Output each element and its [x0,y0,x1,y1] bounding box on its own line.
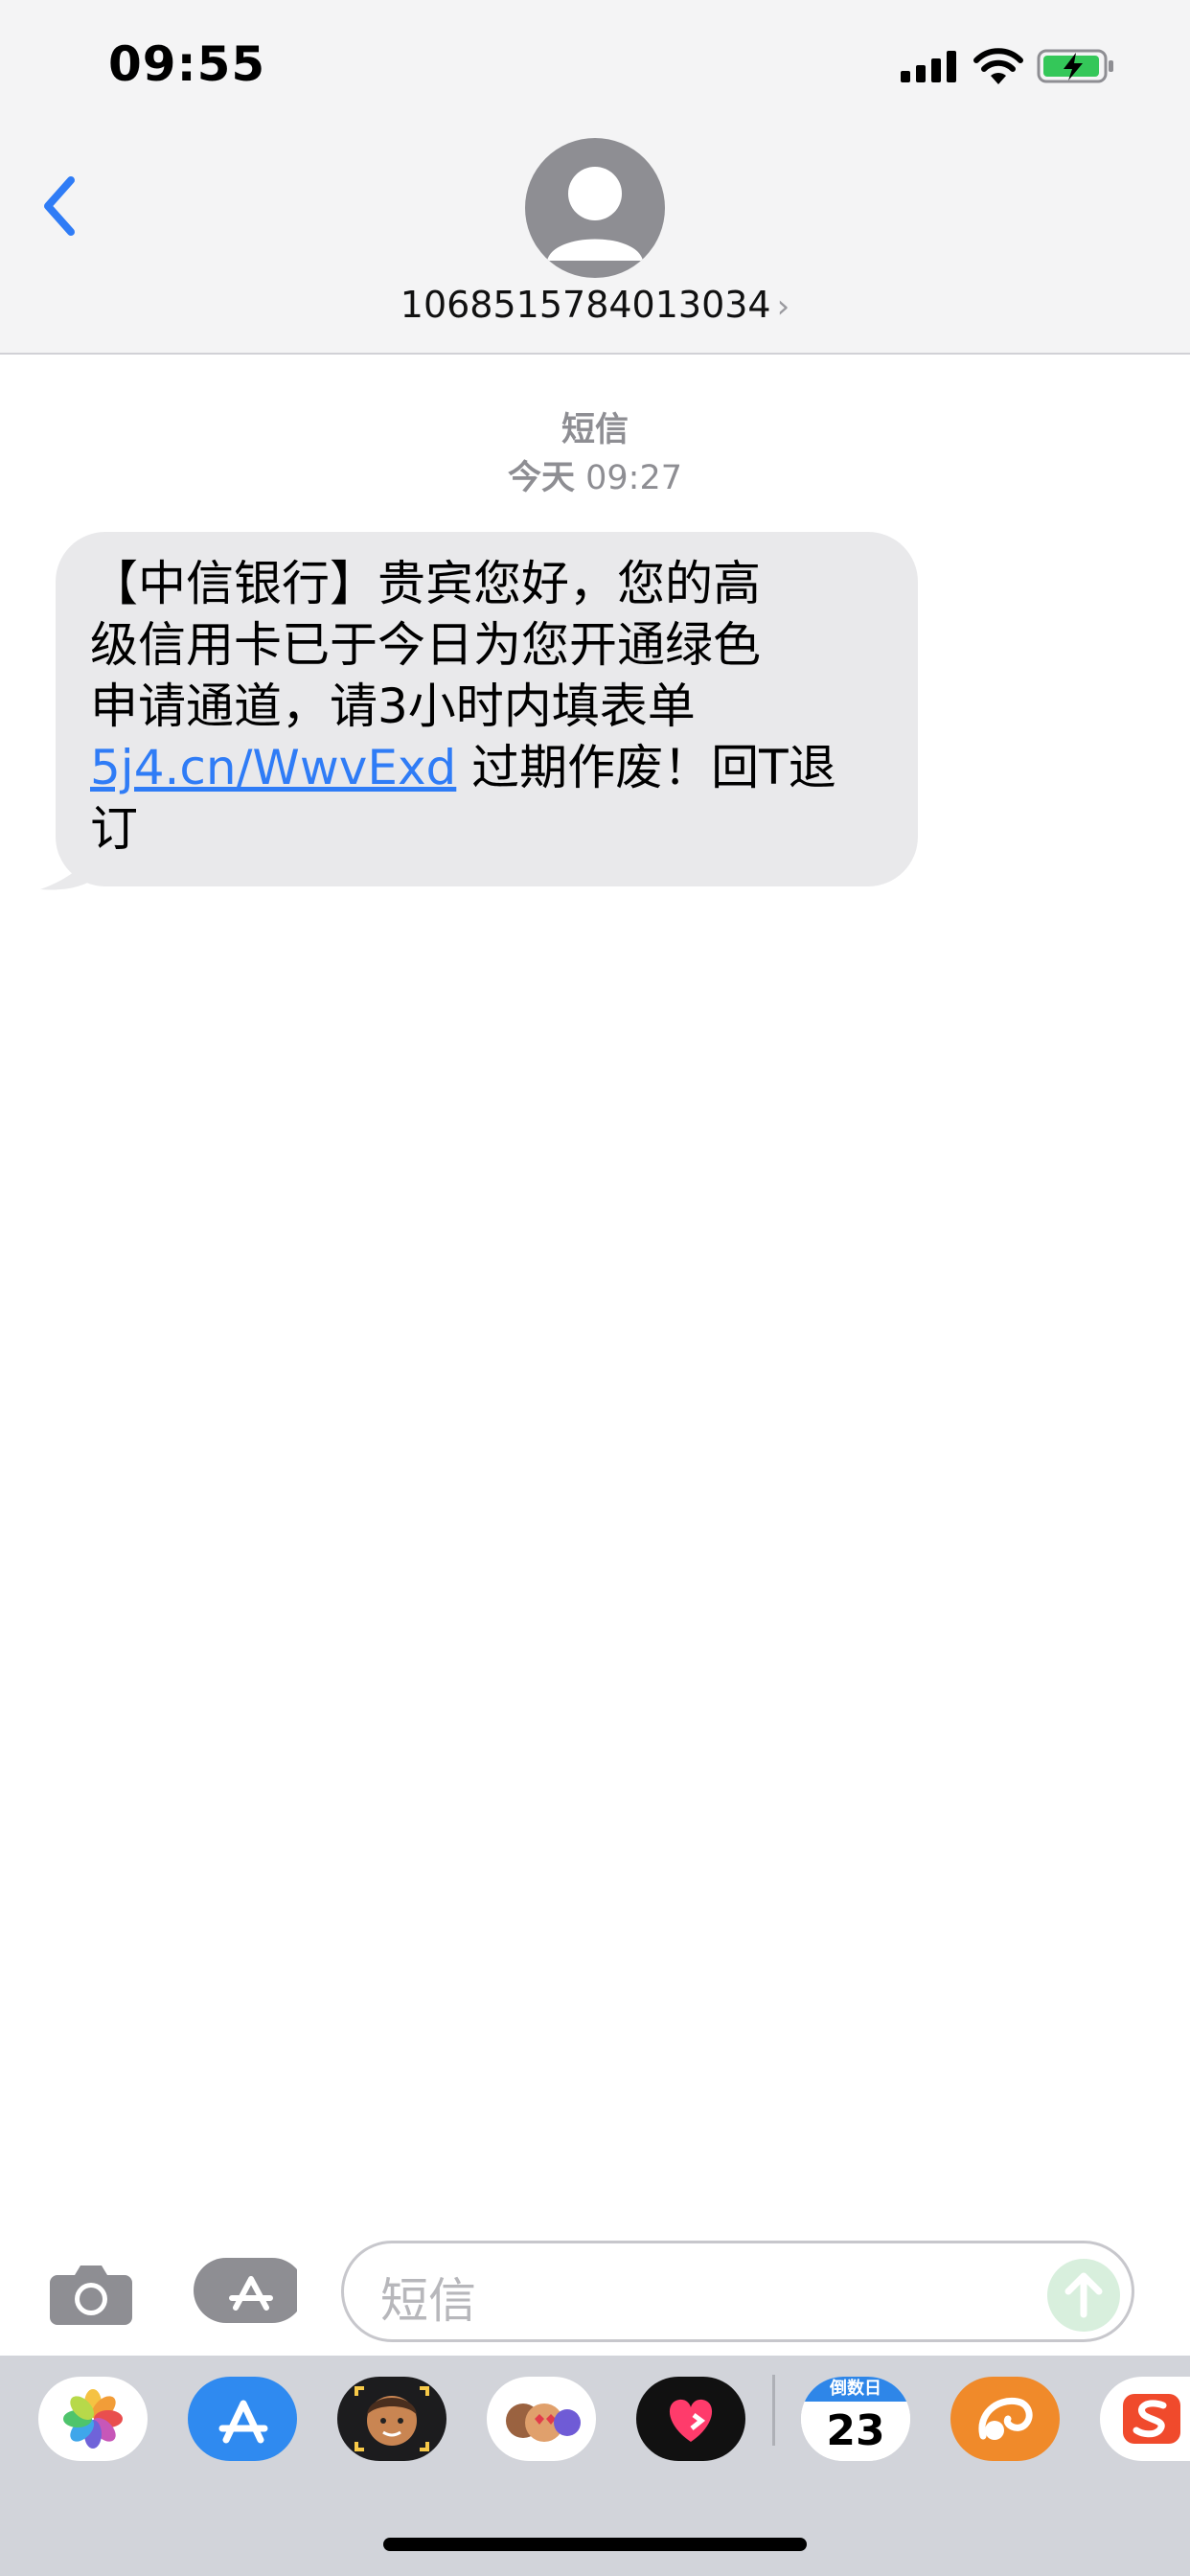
wifi-icon [973,48,1023,84]
app-store-a-icon [218,2400,268,2444]
sender-number[interactable]: 1068515784013034 › [0,284,1190,326]
message-link[interactable]: 5j4.cn/WwvExd [90,740,456,795]
calendar-header: 倒数日 [801,2377,910,2402]
photos-flower-icon [63,2389,123,2449]
tray-divider [772,2375,775,2446]
home-indicator[interactable] [383,2538,807,2551]
chevron-right-icon: › [776,288,790,326]
message-line-3: 申请通道，请3小时内填表单 [90,678,696,734]
squirrel-icon [978,2397,1033,2440]
camera-icon[interactable] [48,2260,134,2327]
memoji-stickers-face-icon [506,2404,581,2442]
app-store-icon[interactable] [192,2256,297,2325]
digital-touch-icon[interactable] [636,2377,745,2461]
message-day: 今天 [507,459,575,497]
message-line-5: 订 [90,801,138,857]
countdown-days-app-icon[interactable]: 倒数日 23 [801,2377,910,2461]
navigation-header: 09:55 1068515784013034 › [0,0,1190,355]
message-time: 09:27 [585,459,683,497]
sogou-keyboard-icon[interactable] [1100,2377,1190,2461]
incoming-message-bubble[interactable]: 【中信银行】贵宾您好，您的高 级信用卡已于今日为您开通绿色 申请通道，请3小时内… [56,532,918,886]
sender-number-text: 1068515784013034 [400,284,771,326]
memoji-stickers-icon[interactable] [487,2377,596,2461]
calendar-number: 23 [801,2402,910,2461]
message-line-2: 级信用卡已于今日为您开通绿色 [90,617,761,673]
uc-browser-icon[interactable] [950,2377,1060,2461]
app-store-tray-icon[interactable] [188,2377,297,2461]
status-time: 09:55 [108,36,266,92]
person-icon [547,167,643,261]
contact-avatar[interactable] [525,138,665,278]
send-button[interactable] [1047,2259,1120,2332]
memoji-face-icon [355,2386,429,2451]
message-line-4-text: 过期作废！回T退 [456,740,836,795]
message-input-placeholder: 短信 [380,2273,476,2329]
memoji-camera-icon[interactable] [337,2377,446,2461]
message-type-label: 短信 [561,411,629,449]
message-input[interactable]: 短信 [341,2241,1134,2342]
message-line-1: 【中信银行】贵宾您好，您的高 [90,556,761,611]
heart-icon [669,2399,713,2442]
arrow-up-icon [1064,2272,1103,2318]
back-chevron-icon[interactable] [36,172,84,240]
sogou-s-icon [1123,2394,1180,2444]
message-timestamp: 今天 09:27 [0,450,1190,499]
battery-charging-icon [1037,49,1113,83]
photos-app-icon[interactable] [38,2377,148,2461]
cellular-signal-icon [901,51,956,82]
message-line-4: 5j4.cn/WwvExd 过期作废！回T退 [90,737,885,798]
